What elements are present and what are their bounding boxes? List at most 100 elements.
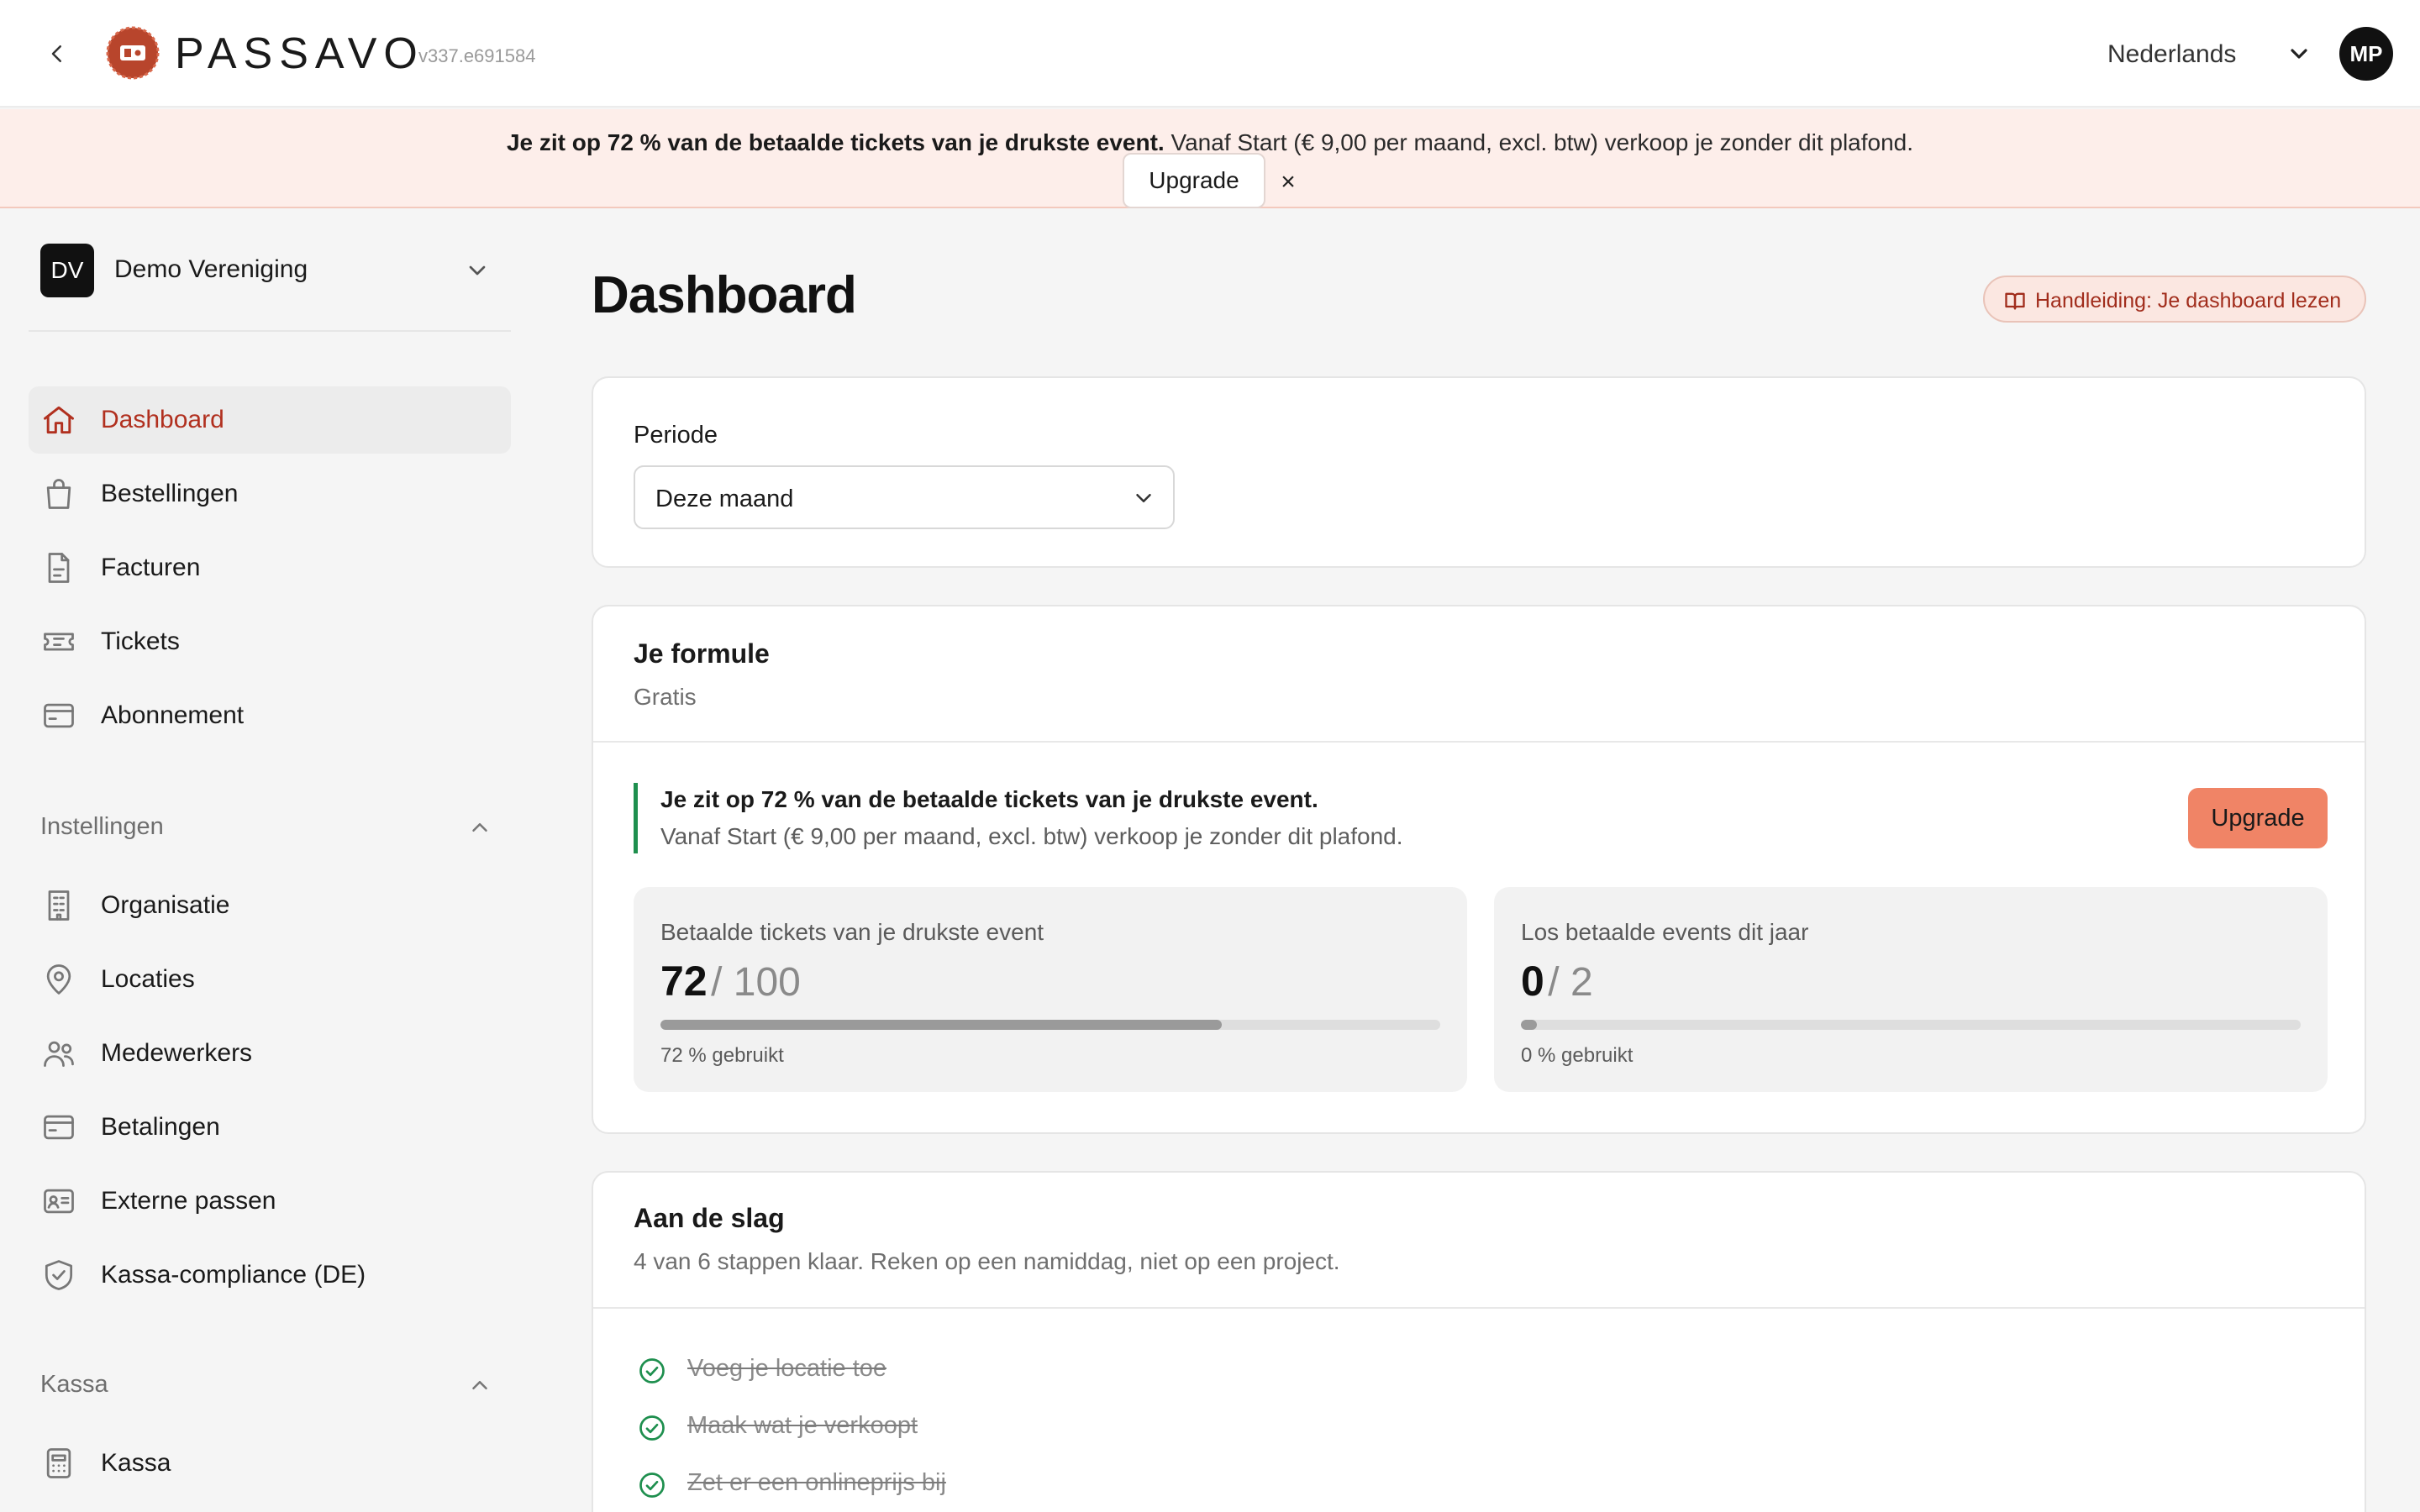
checklist-step[interactable]: Zet er een onlineprijs bij bbox=[634, 1465, 1390, 1502]
notice-title: Je zit op 72 % van de betaalde tickets v… bbox=[660, 786, 1318, 812]
users-icon bbox=[44, 1041, 74, 1068]
meter-value: 0 / 2 bbox=[1521, 954, 1593, 1019]
sidebar-item-betalingen[interactable]: Betalingen bbox=[29, 1094, 511, 1161]
sidebar-item-facturen[interactable]: Facturen bbox=[29, 534, 511, 601]
sidebar-item-label: Medewerkers bbox=[101, 1039, 253, 1067]
user-avatar[interactable]: MP bbox=[2339, 27, 2393, 81]
sidebar-item-label: Locaties bbox=[101, 965, 195, 993]
sidebar-item-externe-passen[interactable]: Externe passen bbox=[29, 1168, 511, 1235]
home-icon bbox=[44, 406, 74, 434]
progress-track bbox=[660, 1020, 1440, 1030]
sidebar-item-tickets[interactable]: Tickets bbox=[29, 608, 511, 675]
map-pin-icon bbox=[46, 964, 71, 995]
check-circle-icon bbox=[639, 1358, 665, 1383]
card-divider bbox=[593, 741, 2365, 743]
step-label: Maak wat je verkoopt bbox=[687, 1412, 918, 1439]
plan-name: Gratis bbox=[634, 684, 697, 710]
progress-track bbox=[1521, 1020, 2301, 1030]
usage-meter-events: Los betaalde events dit jaar 0 / 2 0 % g… bbox=[1494, 887, 2328, 1092]
ticket-icon bbox=[44, 633, 74, 651]
step-label: Zet er een onlineprijs bij bbox=[687, 1469, 946, 1496]
check-circle-icon bbox=[639, 1473, 665, 1498]
step-label: Voeg je locatie toe bbox=[687, 1355, 887, 1382]
org-name: Demo Vereniging bbox=[114, 255, 308, 283]
chevron-up-icon bbox=[472, 1381, 487, 1389]
sidebar-item-label: Kassa-compliance (DE) bbox=[101, 1261, 366, 1289]
meter-label: Betaalde tickets van je drukste event bbox=[660, 919, 1044, 945]
sidebar-item-locaties[interactable]: Locaties bbox=[29, 946, 511, 1013]
checklist-step[interactable]: Maak wat je verkoopt bbox=[634, 1408, 1390, 1445]
upgrade-button[interactable]: Upgrade bbox=[2188, 788, 2328, 848]
limit-notice: Je zit op 72 % van de betaalde tickets v… bbox=[634, 783, 2323, 853]
org-switcher[interactable]: DV Demo Vereniging bbox=[40, 244, 511, 299]
sidebar-item-label: Tickets bbox=[101, 627, 180, 655]
notice-text: Vanaf Start (€ 9,00 per maand, excl. btw… bbox=[660, 823, 1403, 849]
check-circle-icon bbox=[639, 1415, 665, 1441]
section-toggle-kassa[interactable]: Kassa bbox=[40, 1369, 511, 1406]
org-badge: DV bbox=[40, 244, 94, 297]
sidebar-item-dashboard[interactable]: Dashboard bbox=[29, 386, 511, 454]
card-divider bbox=[593, 1307, 2365, 1309]
credit-card-icon bbox=[44, 703, 74, 728]
page-title: Dashboard bbox=[592, 266, 857, 324]
id-card-icon bbox=[44, 1189, 74, 1214]
sidebar-item-label: Abonnement bbox=[101, 701, 245, 729]
notice-accent-bar bbox=[634, 783, 638, 853]
sidebar-item-organisatie[interactable]: Organisatie bbox=[29, 872, 511, 939]
progress-fill bbox=[1521, 1020, 1537, 1030]
sidebar-item-medewerkers[interactable]: Medewerkers bbox=[29, 1020, 511, 1087]
chevron-down-icon[interactable] bbox=[2286, 40, 2312, 67]
meter-current: 0 bbox=[1521, 958, 1544, 1005]
banner-bold-text: Je zit op 72 % van de betaalde tickets v… bbox=[506, 129, 1165, 155]
upgrade-banner: Je zit op 72 % van de betaalde tickets v… bbox=[0, 109, 2420, 208]
plan-title: Je formule bbox=[634, 638, 770, 669]
sidebar-item-label: Bestellingen bbox=[101, 480, 239, 507]
period-label: Periode bbox=[634, 422, 718, 449]
section-toggle-instellingen[interactable]: Instellingen bbox=[40, 811, 511, 848]
chevron-down-icon bbox=[1136, 494, 1151, 502]
meter-max: / 2 bbox=[1548, 960, 1593, 1005]
section-title: Instellingen bbox=[40, 813, 164, 840]
credit-card-icon bbox=[44, 1115, 74, 1140]
guide-link-label: Handleiding: Je dashboard lezen bbox=[2035, 289, 2342, 312]
sidebar-item-kassa[interactable]: Kassa bbox=[29, 1430, 511, 1497]
chevron-up-icon bbox=[472, 823, 487, 832]
banner-message: Je zit op 72 % van de betaalde tickets v… bbox=[0, 109, 2420, 160]
sidebar-item-label: Externe passen bbox=[101, 1187, 276, 1215]
sidebar-item-kassa-compliance[interactable]: Kassa-compliance (DE) bbox=[29, 1242, 511, 1309]
banner-upgrade-button[interactable]: Upgrade bbox=[1123, 153, 1265, 208]
close-icon[interactable]: × bbox=[1276, 170, 1301, 195]
sidebar: DV Demo Vereniging Dashboard Bestellinge… bbox=[0, 210, 538, 1512]
book-open-icon bbox=[2005, 292, 2025, 310]
plan-card: Je formule Gratis Je zit op 72 % van de … bbox=[592, 605, 2366, 1134]
language-selector[interactable]: Nederlands bbox=[2107, 39, 2236, 71]
sidebar-item-bestellingen[interactable]: Bestellingen bbox=[29, 460, 511, 528]
checklist-step[interactable]: Voeg je locatie toe bbox=[634, 1351, 1390, 1388]
getting-started-title: Aan de slag bbox=[634, 1203, 785, 1233]
period-select-value: Deze maand bbox=[655, 486, 794, 512]
brand-name: PASSAVO bbox=[175, 29, 424, 78]
chevron-down-icon bbox=[469, 265, 486, 276]
top-header: PASSAVO v337.e691584 Nederlands MP bbox=[0, 0, 2420, 108]
meter-label: Los betaalde events dit jaar bbox=[1521, 919, 1809, 945]
sidebar-item-label: Organisatie bbox=[101, 891, 230, 919]
banner-text: Vanaf Start (€ 9,00 per maand, excl. btw… bbox=[1164, 129, 1914, 155]
getting-started-card: Aan de slag 4 van 6 stappen klaar. Reken… bbox=[592, 1171, 2366, 1512]
back-button[interactable] bbox=[39, 35, 76, 72]
meter-max: / 100 bbox=[711, 960, 801, 1005]
period-select[interactable]: Deze maand bbox=[634, 465, 1175, 529]
document-icon bbox=[48, 553, 70, 583]
building-icon bbox=[48, 890, 70, 921]
sidebar-item-label: Kassa bbox=[101, 1449, 171, 1477]
calculator-icon bbox=[46, 1448, 71, 1478]
sidebar-item-abonnement[interactable]: Abonnement bbox=[29, 682, 511, 749]
passavo-logo[interactable] bbox=[106, 26, 160, 80]
app-version: v337.e691584 bbox=[418, 45, 536, 66]
shield-check-icon bbox=[45, 1260, 73, 1290]
shopping-bag-icon bbox=[46, 479, 71, 509]
meter-value: 72 / 100 bbox=[660, 954, 801, 1019]
guide-link-button[interactable]: Handleiding: Je dashboard lezen bbox=[1983, 276, 2366, 323]
sidebar-item-label: Dashboard bbox=[101, 406, 224, 433]
sidebar-item-label: Betalingen bbox=[101, 1113, 220, 1141]
meter-usage-text: 72 % gebruikt bbox=[660, 1044, 784, 1067]
